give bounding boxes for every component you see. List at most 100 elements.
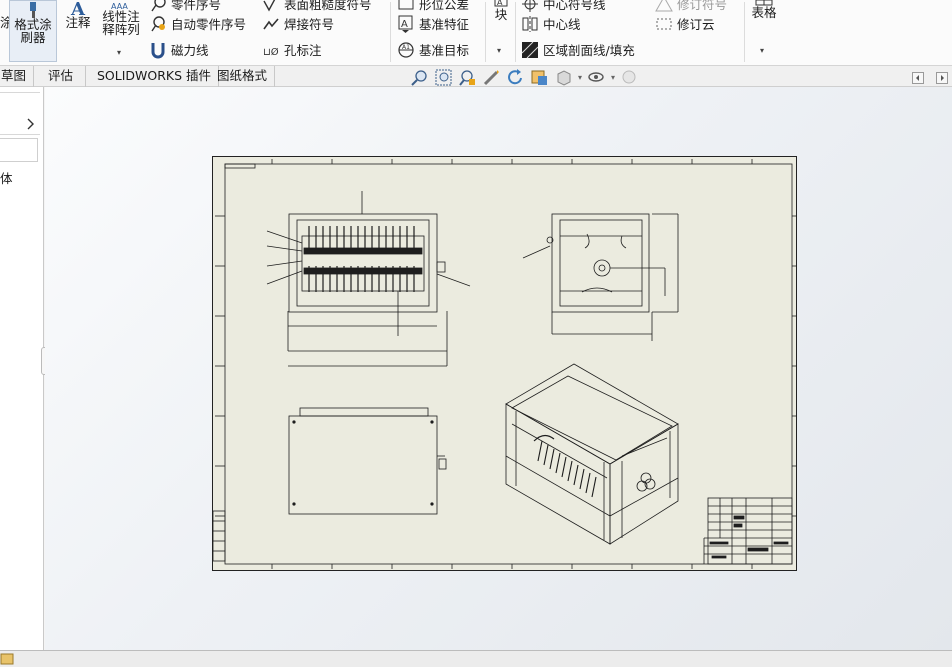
sheet-border xyxy=(224,163,793,565)
front-view xyxy=(266,191,471,367)
datum-target-button[interactable]: A1 基准目标 xyxy=(397,40,469,59)
tree-item-solid[interactable]: 体 xyxy=(0,168,13,187)
auto-balloon-button[interactable]: 自动零件序号 xyxy=(149,14,246,33)
left-code-block xyxy=(212,510,226,562)
tab-sheet-format-label: 图纸格式 xyxy=(217,68,268,83)
isometric-view xyxy=(505,363,679,545)
divider xyxy=(0,92,40,93)
revision-symbol-button[interactable]: 修订符号 xyxy=(655,0,727,13)
balloon-button[interactable]: 零件序号 xyxy=(149,0,221,13)
centerline-label: 中心线 xyxy=(543,17,581,32)
linear-pattern-label: 线性注 释阵列 xyxy=(102,9,140,37)
zoom-to-area-icon[interactable] xyxy=(434,68,453,87)
note-button[interactable]: A 注释 xyxy=(62,0,94,62)
surface-finish-button[interactable]: 表面粗糙度符号 xyxy=(262,0,372,13)
weld-symbol-button[interactable]: 焊接符号 xyxy=(262,14,334,33)
surface-finish-label: 表面粗糙度符号 xyxy=(284,0,372,12)
chevron-down-icon[interactable]: ▾ xyxy=(497,44,501,57)
revision-cloud-label: 修订云 xyxy=(677,17,715,32)
panel-expand-icon[interactable] xyxy=(936,72,948,84)
corner-label-box xyxy=(224,163,256,169)
hatch-icon xyxy=(521,41,539,58)
rotate-view-icon[interactable] xyxy=(506,68,525,87)
tab-sheet-format[interactable]: 图纸格式 xyxy=(210,66,276,87)
format-painter-button[interactable]: 格式涂 刷器 xyxy=(9,0,57,62)
tab-evaluate-label: 评估 xyxy=(48,68,74,83)
magnetic-line-button[interactable]: 磁力线 xyxy=(149,40,209,59)
hole-callout-label: 孔标注 xyxy=(284,43,322,58)
pan-pencil-icon[interactable] xyxy=(482,68,501,87)
centerline-button[interactable]: 中心线 xyxy=(521,14,581,33)
datum-feature-icon: A xyxy=(398,15,413,33)
revision-symbol-icon xyxy=(655,0,673,11)
area-hatch-button[interactable]: 区域剖面线/填充 xyxy=(521,40,635,59)
section-view-icon[interactable] xyxy=(530,68,549,87)
filter-input[interactable] xyxy=(0,138,38,162)
solidworks-status-icon[interactable] xyxy=(0,652,14,666)
svg-text:A1: A1 xyxy=(402,44,410,51)
heads-up-view-toolbar: ▾ ▾ xyxy=(410,66,639,88)
table-button[interactable]: 表格 ▾ xyxy=(748,0,780,60)
format-painter-label: 格式涂 刷器 xyxy=(14,17,52,45)
appearance-icon[interactable] xyxy=(620,68,639,87)
datum-feature-label: 基准特征 xyxy=(419,17,470,32)
revision-cloud-icon xyxy=(656,18,672,29)
chevron-down-icon[interactable]: ▾ xyxy=(760,44,764,57)
tab-addins-label: SOLIDWORKS 插件 xyxy=(97,68,212,83)
block-label: 块 xyxy=(494,7,508,22)
revision-symbol-label: 修订符号 xyxy=(677,0,728,12)
tab-solidworks-addins[interactable]: SOLIDWORKS 插件 xyxy=(90,66,220,87)
svg-text:A: A xyxy=(70,0,86,16)
panel-collapse-icon[interactable] xyxy=(912,72,924,84)
view-orientation-icon[interactable] xyxy=(554,68,573,87)
svg-text:A: A xyxy=(401,19,408,30)
chevron-down-icon[interactable]: ▾ xyxy=(578,73,582,82)
weld-symbol-label: 焊接符号 xyxy=(284,17,335,32)
zone-ticks xyxy=(215,159,797,569)
balloon-label: 零件序号 xyxy=(171,0,222,12)
ribbon-divider xyxy=(515,2,516,62)
tab-sketch-label: 草图 xyxy=(1,68,27,83)
chevron-right-icon[interactable] xyxy=(26,118,36,130)
hide-show-items-icon[interactable] xyxy=(587,68,606,87)
center-mark-button[interactable]: 中心符号线 xyxy=(521,0,606,13)
magnet-icon xyxy=(151,42,165,58)
tab-sketch[interactable]: 草图 xyxy=(0,66,35,87)
hole-callout-button[interactable]: ⊔Ø 孔标注 xyxy=(262,40,322,59)
block-button[interactable]: A 块 ▾ xyxy=(489,0,513,60)
drawing-sheet[interactable] xyxy=(212,156,797,571)
revision-cloud-button[interactable]: 修订云 xyxy=(655,14,715,33)
chevron-down-icon[interactable]: ▾ xyxy=(117,46,121,59)
brush-icon xyxy=(30,2,36,18)
note-a-icon: A xyxy=(70,0,86,16)
magnetic-line-label: 磁力线 xyxy=(171,43,209,58)
previous-view-icon[interactable] xyxy=(458,68,477,87)
table-label: 表格 xyxy=(751,5,777,20)
weld-icon xyxy=(263,17,279,29)
center-mark-label: 中心符号线 xyxy=(543,0,606,12)
auto-balloon-label: 自动零件序号 xyxy=(171,17,247,32)
note-label: 注释 xyxy=(65,15,91,30)
command-manager-ribbon: 涂 格式涂 刷器 A 注释 AAA 线性注 释阵列 ▾ 零件序号 自动零件序号 … xyxy=(0,0,952,66)
top-view xyxy=(288,407,447,515)
svg-text:⊔Ø: ⊔Ø xyxy=(263,46,279,58)
zoom-to-fit-icon[interactable] xyxy=(410,68,429,87)
center-mark-icon xyxy=(522,0,538,12)
side-view xyxy=(522,213,679,341)
area-hatch-label: 区域剖面线/填充 xyxy=(543,43,635,58)
command-tabs: 草图 评估 SOLIDWORKS 插件 图纸格式 ▾ ▾ xyxy=(0,66,952,87)
balloon-icon xyxy=(151,0,166,11)
gtol-label: 形位公差 xyxy=(419,0,470,12)
chevron-down-icon[interactable]: ▾ xyxy=(611,73,615,82)
datum-feature-button[interactable]: A 基准特征 xyxy=(397,14,469,33)
feature-manager-panel: 体 xyxy=(0,87,49,650)
sheet-drawing xyxy=(212,159,797,569)
ribbon-divider xyxy=(390,2,391,62)
linear-note-pattern-button[interactable]: AAA 线性注 释阵列 ▾ xyxy=(98,0,144,62)
centerline-icon xyxy=(522,15,538,32)
tab-evaluate[interactable]: 评估 xyxy=(36,66,87,87)
cut-off-label: 涂 xyxy=(0,15,13,30)
status-bar xyxy=(0,650,952,667)
geometric-tolerance-button[interactable]: 形位公差 xyxy=(397,0,469,13)
auto-balloon-icon xyxy=(151,15,165,31)
